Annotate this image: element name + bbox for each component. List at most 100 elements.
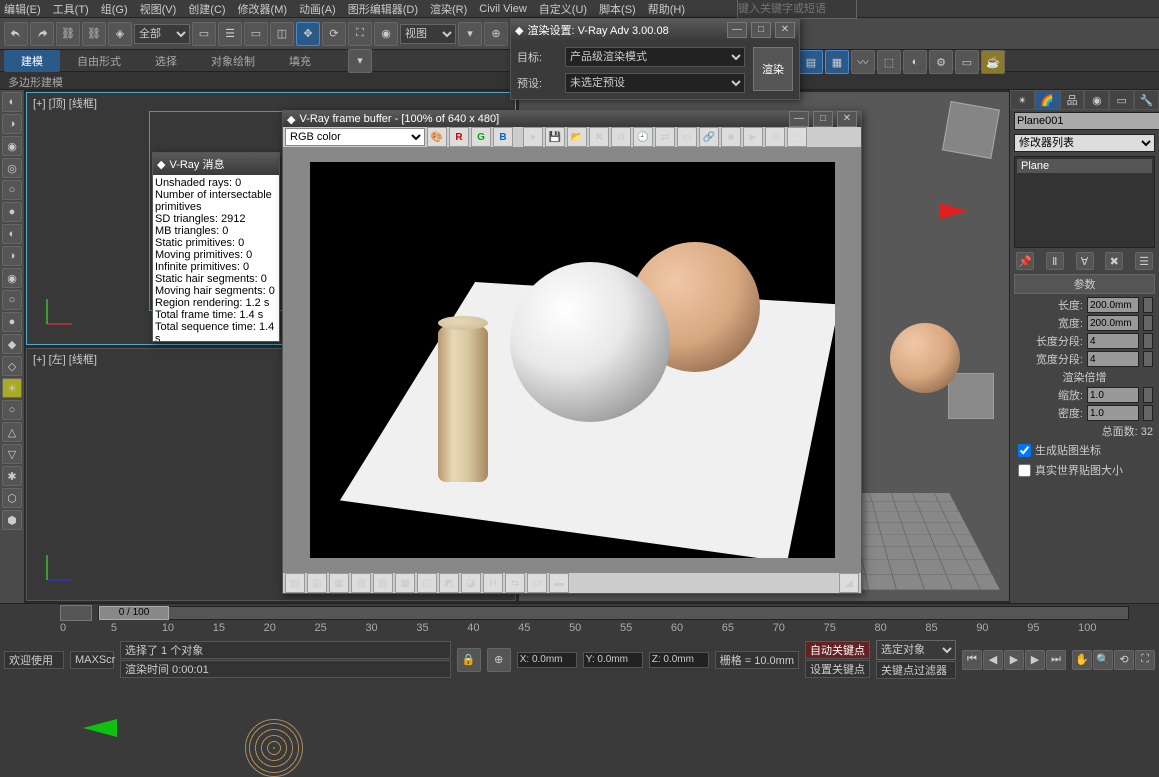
viewport-left-label[interactable]: [+] [左] [线框]	[33, 351, 97, 367]
preset-select[interactable]: 未选定预设	[565, 73, 745, 93]
menu-bar[interactable]: 编辑(E) 工具(T) 组(G) 视图(V) 创建(C) 修改器(M) 动画(A…	[0, 0, 1159, 18]
vfb-b13[interactable]: ▬	[549, 573, 569, 593]
selection-filter[interactable]: 全部	[134, 24, 190, 44]
vfb-save[interactable]: 💾	[545, 127, 565, 147]
lt-8[interactable]: ◑	[2, 246, 22, 266]
close-button[interactable]: ✕	[775, 22, 795, 38]
lt-15[interactable]: ○	[2, 400, 22, 420]
vfb-red-channel[interactable]: R	[449, 127, 469, 147]
render-setup-window[interactable]: ◆ 渲染设置: V-Ray Adv 3.00.08 — □ ✕ 目标:产品级渲染…	[510, 18, 800, 100]
abs-rel-toggle[interactable]: ⊕	[487, 648, 511, 672]
maxscript-listener[interactable]: MAXScr	[70, 651, 114, 669]
tab-modeling[interactable]: 建模	[4, 50, 60, 72]
vfb-track[interactable]: 🔗	[699, 127, 719, 147]
length-spinner[interactable]	[1087, 297, 1139, 313]
vfb-b10[interactable]: H	[483, 573, 503, 593]
object-name-field[interactable]	[1014, 112, 1159, 130]
spin-btn[interactable]	[1143, 351, 1153, 367]
lt-12[interactable]: ◆	[2, 334, 22, 354]
vfb-clear[interactable]: ✖	[589, 127, 609, 147]
viewcube-icon[interactable]	[942, 101, 1000, 159]
menu-group[interactable]: 组(G)	[101, 1, 128, 17]
window-crossing-button[interactable]: ◫	[270, 22, 294, 46]
tab-motion[interactable]: ◉	[1084, 90, 1109, 110]
menu-customize[interactable]: 自定义(U)	[539, 1, 587, 17]
lt-3[interactable]: ◉	[2, 136, 22, 156]
lt-20[interactable]: ⬢	[2, 510, 22, 530]
close-button[interactable]: ✕	[837, 111, 857, 127]
vfb-color-icon[interactable]: 🎨	[427, 127, 447, 147]
move-button[interactable]: ✥	[296, 22, 320, 46]
tab-freeform[interactable]: 自由形式	[60, 50, 138, 72]
lseg-spinner[interactable]	[1087, 333, 1139, 349]
max-toggle[interactable]: ⛶	[1135, 650, 1155, 670]
tab-modify[interactable]: 🌈	[1035, 90, 1060, 110]
vfb-b2[interactable]: ▥	[307, 573, 327, 593]
vfb-mono[interactable]: ●	[523, 127, 543, 147]
menu-edit[interactable]: 编辑(E)	[4, 1, 41, 17]
spin-btn[interactable]	[1143, 333, 1153, 349]
rotate-button[interactable]: ⟳	[322, 22, 346, 46]
rollout-parameters[interactable]: 参数	[1014, 274, 1155, 294]
menu-graph[interactable]: 图形编辑器(D)	[348, 1, 418, 17]
spin-btn[interactable]	[1143, 405, 1153, 421]
curve-editor-button[interactable]: 〰	[851, 50, 875, 74]
maximize-button[interactable]: □	[813, 111, 833, 127]
lt-5[interactable]: ○	[2, 180, 22, 200]
make-unique[interactable]: ∀	[1076, 252, 1094, 270]
bind-button[interactable]: ◈	[108, 22, 132, 46]
vfb-clone[interactable]: ⧉	[611, 127, 631, 147]
stack-item-plane[interactable]: Plane	[1017, 159, 1152, 173]
lt-6[interactable]: ●	[2, 202, 22, 222]
minimize-button[interactable]: —	[789, 111, 809, 127]
lt-14[interactable]: ☀	[2, 378, 22, 398]
vfb-lens[interactable]: ◎	[765, 127, 785, 147]
graphite-button[interactable]: ▦	[825, 50, 849, 74]
lt-11[interactable]: ●	[2, 312, 22, 332]
menu-create[interactable]: 创建(C)	[188, 1, 225, 17]
search-input[interactable]	[737, 0, 857, 19]
vfb-b12[interactable]: ▭	[527, 573, 547, 593]
viewcube2-icon[interactable]	[948, 373, 994, 419]
goto-end[interactable]: ⏭	[1046, 650, 1066, 670]
next-frame[interactable]: ▶	[1025, 650, 1045, 670]
select-name-button[interactable]: ☰	[218, 22, 242, 46]
key-filter-select[interactable]: 选定对象	[876, 640, 956, 660]
lt-2[interactable]: ◑	[2, 114, 22, 134]
spin-btn[interactable]	[1143, 297, 1153, 313]
ribbon-dropdown[interactable]: ▾	[348, 49, 372, 73]
select-region-button[interactable]: ▭	[244, 22, 268, 46]
tab-hierarchy[interactable]: 品	[1060, 90, 1085, 110]
minimize-button[interactable]: —	[727, 22, 747, 38]
link-button[interactable]: ⛓	[56, 22, 80, 46]
ref-coord-system[interactable]: 视图	[400, 24, 456, 44]
material-editor-button[interactable]: ◐	[903, 50, 927, 74]
render-button[interactable]: ☕	[981, 50, 1005, 74]
vfb-b3[interactable]: ▦	[329, 573, 349, 593]
set-key-button[interactable]: 设置关键点	[805, 660, 870, 678]
vfb-b4[interactable]: ▧	[351, 573, 371, 593]
vfb-history[interactable]: 🕘	[633, 127, 653, 147]
menu-help[interactable]: 帮助(H)	[648, 1, 685, 17]
scale-button[interactable]: ⛶	[348, 22, 372, 46]
tab-object-paint[interactable]: 对象绘制	[194, 50, 272, 72]
lt-1[interactable]: ◐	[2, 92, 22, 112]
orbit-view[interactable]: ⟲	[1114, 650, 1134, 670]
wseg-spinner[interactable]	[1087, 351, 1139, 367]
menu-modifiers[interactable]: 修改器(M)	[238, 1, 288, 17]
real-world-checkbox[interactable]	[1018, 464, 1031, 477]
vfb-ab[interactable]: ⇄	[655, 127, 675, 147]
layer-button[interactable]: ▤	[799, 50, 823, 74]
modifier-list[interactable]: 修改器列表	[1014, 134, 1155, 152]
menu-animation[interactable]: 动画(A)	[299, 1, 336, 17]
vfb-titlebar[interactable]: ◆ V-Ray frame buffer - [100% of 640 x 48…	[283, 111, 861, 127]
lock-selection[interactable]: 🔒	[457, 648, 481, 672]
vray-frame-buffer-window[interactable]: ◆ V-Ray frame buffer - [100% of 640 x 48…	[282, 110, 862, 594]
prev-frame[interactable]: ◀	[983, 650, 1003, 670]
tab-utilities[interactable]: 🔧	[1134, 90, 1159, 110]
pivot-button[interactable]: ▾	[458, 22, 482, 46]
play-button[interactable]: ▶	[1004, 650, 1024, 670]
vfb-b11[interactable]: ⇆	[505, 573, 525, 593]
vray-msg-titlebar[interactable]: ◆ V-Ray 消息	[153, 153, 279, 175]
place-button[interactable]: ◉	[374, 22, 398, 46]
